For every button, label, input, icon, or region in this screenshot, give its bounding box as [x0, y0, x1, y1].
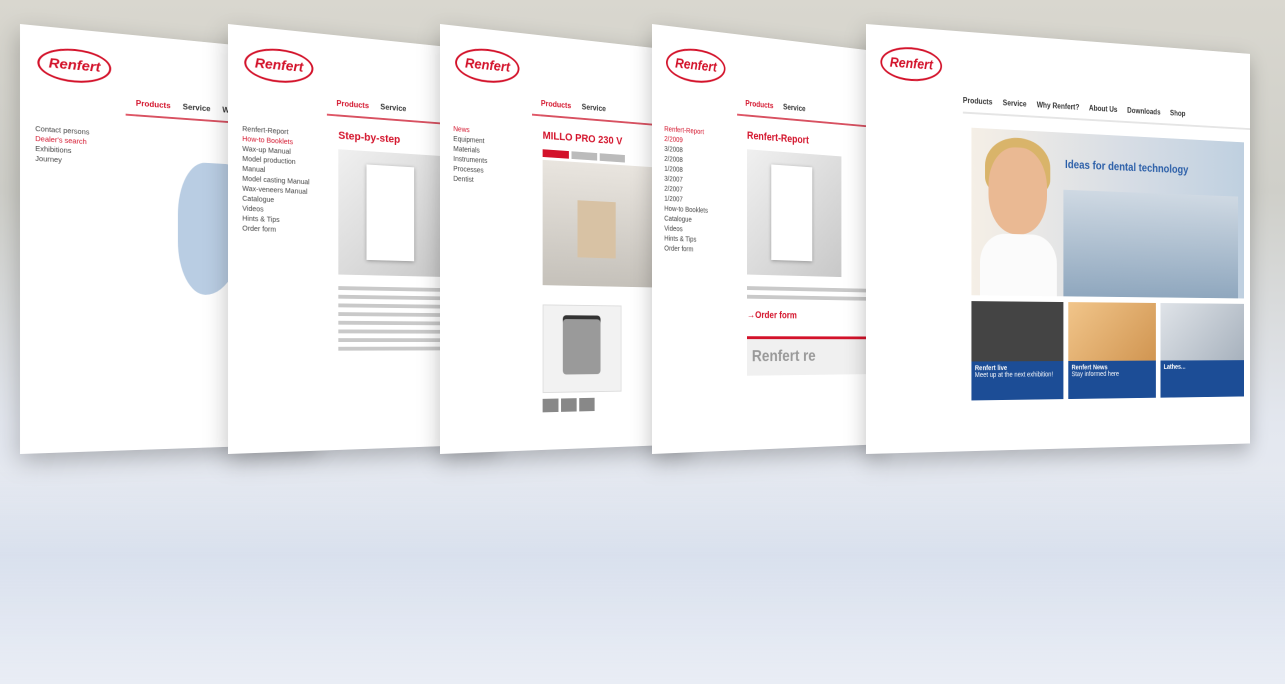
sidebar-menu: Renfert-Report 2/2009 3/2008 2/2008 1/20…	[664, 125, 743, 257]
top-navigation: Products Service Why Renfert? About Us D…	[963, 96, 1250, 130]
screenshot-stage: Renfert Products Service W Contact perso…	[0, 0, 1285, 684]
nav-shop[interactable]: Shop	[1170, 109, 1185, 118]
order-form-link[interactable]: →Order form	[747, 310, 879, 322]
device-photo[interactable]	[543, 304, 622, 393]
nav-products[interactable]: Products	[745, 99, 773, 110]
renfert-logo[interactable]: Renfert	[37, 46, 111, 86]
renfert-logo[interactable]: Renfert	[880, 45, 942, 83]
teaser-row: Renfert live Meet up at the next exhibiti…	[971, 301, 1244, 400]
thumbnail[interactable]	[579, 398, 594, 412]
sidebar-menu: Contact persons Dealer's search Exhibiti…	[35, 125, 134, 170]
renfert-logo[interactable]: Renfert	[455, 46, 519, 86]
teaser-news[interactable]: Renfert News Stay informed here	[1068, 302, 1156, 399]
nav-service[interactable]: Service	[183, 103, 211, 114]
page-title: Renfert-Report	[747, 130, 879, 152]
nav-about-us[interactable]: About Us	[1089, 104, 1117, 114]
nav-why-renfert[interactable]: Why Renfert?	[1037, 101, 1080, 112]
reflective-floor	[0, 470, 1285, 684]
webpage-home: Renfert Products Service Why Renfert? Ab…	[866, 24, 1250, 454]
webpage-report: Renfert Products Service Renfert-Report …	[652, 24, 885, 454]
report-cover-image	[747, 149, 841, 277]
nav-service[interactable]: Service	[783, 103, 805, 114]
thumbnail[interactable]	[543, 399, 559, 413]
body-text	[747, 286, 879, 301]
lab-background	[1063, 190, 1238, 299]
nav-products[interactable]: Products	[541, 99, 571, 110]
home-content: Ideas for dental technology Renfert live…	[971, 128, 1244, 442]
person-face	[988, 146, 1047, 235]
nav-service[interactable]: Service	[380, 103, 406, 114]
nav-products[interactable]: Products	[136, 99, 171, 110]
booklet-image	[338, 149, 448, 277]
report-banner[interactable]: Renfert re	[747, 336, 879, 376]
nav-service[interactable]: Service	[1003, 98, 1027, 108]
renfert-logo[interactable]: Renfert	[666, 46, 726, 86]
product-model	[578, 200, 616, 258]
tab[interactable]	[571, 151, 597, 160]
report-content: Renfert-Report →Order form Renfert re	[747, 130, 879, 440]
person-coat	[980, 233, 1057, 296]
renfert-logo[interactable]: Renfert	[244, 46, 313, 86]
hero-banner[interactable]: Ideas for dental technology	[971, 128, 1244, 299]
teaser-lathes[interactable]: Lathes...	[1161, 303, 1245, 398]
thumbnail[interactable]	[561, 398, 577, 412]
teaser-live[interactable]: Renfert live Meet up at the next exhibiti…	[971, 301, 1063, 400]
nav-downloads[interactable]: Downloads	[1127, 106, 1160, 116]
nav-products[interactable]: Products	[963, 96, 993, 107]
sidebar-item[interactable]: Order form	[664, 244, 743, 257]
sidebar-menu: News Equipment Materials Instruments Pro…	[453, 125, 539, 190]
nav-products[interactable]: Products	[336, 99, 369, 110]
sidebar-menu: Renfert-Report How-to Booklets Wax-up Ma…	[242, 125, 334, 238]
tab[interactable]	[600, 153, 625, 162]
booklet-cover	[367, 164, 415, 261]
nav-service[interactable]: Service	[582, 103, 606, 114]
hero-tagline: Ideas for dental technology	[1065, 157, 1188, 176]
tab[interactable]	[543, 149, 569, 158]
report-cover	[771, 164, 812, 261]
